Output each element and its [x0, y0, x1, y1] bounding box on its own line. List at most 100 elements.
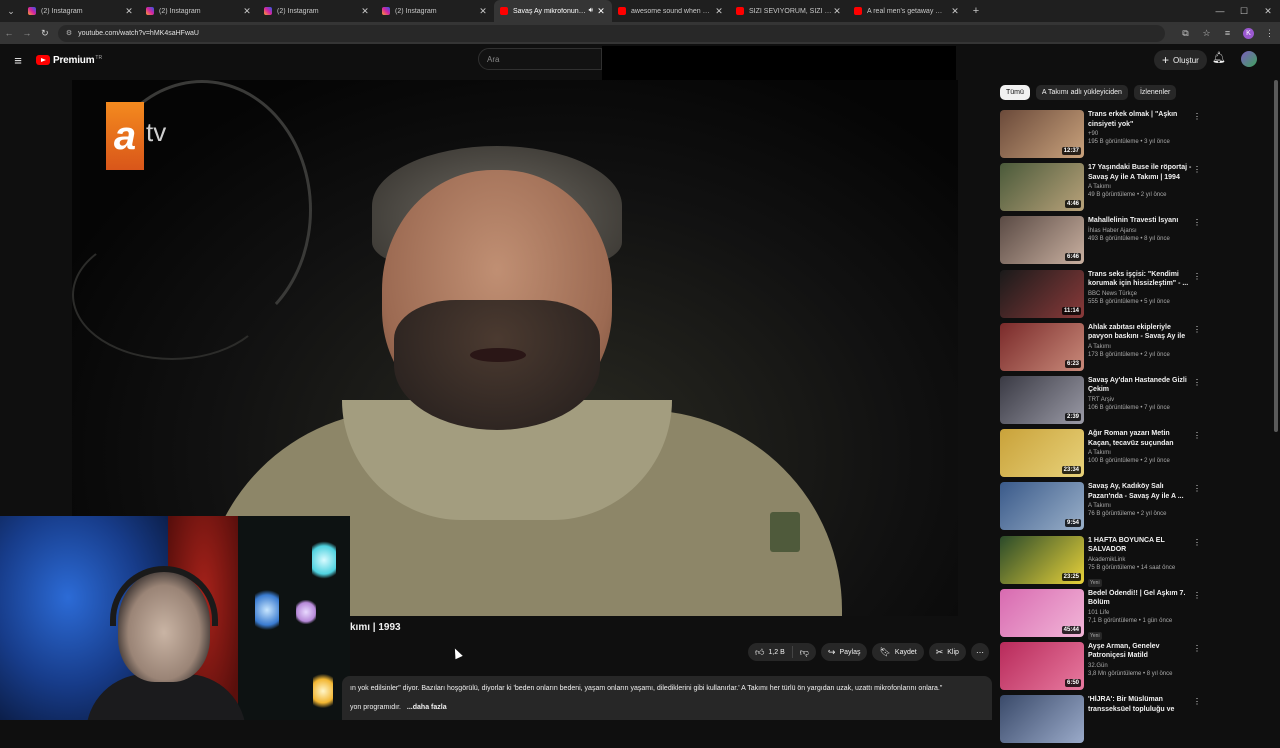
recommended-video-title[interactable]: Trans seks işçisi: "Kendimi korumak için…	[1088, 270, 1192, 289]
channel-name[interactable]: A Takımı	[1088, 344, 1192, 350]
video-options-icon[interactable]: ⋮	[1193, 697, 1201, 706]
video-thumbnail[interactable]: 45:44	[1000, 588, 1084, 637]
close-tab-icon[interactable]: ✕	[950, 6, 960, 17]
recommended-video-title[interactable]: Trans erkek olmak | "Aşkın cinsiyeti yok…	[1088, 110, 1192, 129]
more-actions-icon[interactable]: ⋯	[970, 643, 989, 661]
forward-icon[interactable]: →	[18, 28, 36, 38]
channel-name[interactable]: +90	[1088, 131, 1192, 137]
video-options-icon[interactable]: ⋮	[1193, 484, 1201, 493]
tab-audio-icon[interactable]: 🔊︎	[589, 7, 593, 15]
like-button[interactable]: 👍︎ 1,2 B	[748, 646, 793, 658]
reload-icon[interactable]: ↻	[36, 28, 54, 39]
recommended-video-title[interactable]: Ahlak zabıtası ekipleriyle pavyon baskın…	[1088, 323, 1192, 342]
recommended-video-title[interactable]: 'HİJRA': Bir Müslüman transseksüel toplu…	[1088, 695, 1192, 714]
browser-tab[interactable]: (2) Instagram ✕	[140, 0, 258, 22]
browser-tab[interactable]: SİZİ SEVİYORUM, SİZİ SEVİYORU✕	[730, 0, 848, 22]
video-options-icon[interactable]: ⋮	[1193, 591, 1201, 600]
video-options-icon[interactable]: ⋮	[1193, 538, 1201, 547]
video-thumbnail[interactable]: 12:37	[1000, 110, 1084, 158]
account-avatar[interactable]	[1241, 51, 1257, 67]
video-options-icon[interactable]: ⋮	[1193, 644, 1201, 653]
video-thumbnail[interactable]: 4:46	[1000, 163, 1084, 212]
create-button[interactable]: + Oluştur	[1154, 50, 1207, 70]
browser-menu-icon[interactable]: ⋮	[1259, 28, 1280, 39]
video-thumbnail[interactable]: 23:25	[1000, 535, 1084, 584]
video-options-icon[interactable]: ⋮	[1193, 431, 1201, 440]
channel-name[interactable]: A Takımı	[1088, 503, 1192, 509]
channel-name[interactable]: BBC News Türkçe	[1088, 291, 1192, 297]
recommended-video-title[interactable]: Ağır Roman yazarı Metin Kaçan, tecavüz s…	[1088, 429, 1192, 448]
hamburger-menu-icon[interactable]: ≡	[0, 53, 36, 68]
video-thumbnail[interactable]: 6:50	[1000, 641, 1084, 690]
recommended-video[interactable]: 4:46 17 Yaşındaki Buse ile röportaj - Sav…	[1000, 163, 1205, 216]
browser-tab[interactable]: (2) Instagram ✕	[22, 0, 140, 22]
recommended-video[interactable]: 6:23 Ahlak zabıtası ekipleriyle pavyon ba…	[1000, 322, 1205, 376]
recommended-video[interactable]: 23:34 Ağır Roman yazarı Metin Kaçan, teca…	[1000, 429, 1205, 482]
recommended-video[interactable]: 12:37 Trans erkek olmak | "Aşkın cinsiyet…	[1000, 110, 1205, 163]
recommended-video-title[interactable]: Savaş Ay, Kadıköy Salı Pazarı'nda - Sava…	[1088, 482, 1192, 501]
recommended-video-title[interactable]: 1 HAFTA BOYUNCA EL SALVADOR TELEVİZYONLA…	[1088, 536, 1192, 555]
recommended-video-title[interactable]: Savaş Ay'dan Hastanede Gizli Çekim	[1088, 376, 1192, 395]
channel-name[interactable]: 101 Life	[1088, 610, 1192, 616]
recommended-video-title[interactable]: Bedel Ödendi!! | Gel Aşkım 7. Bölüm	[1088, 589, 1192, 608]
channel-name[interactable]: İhlas Haber Ajansı	[1088, 228, 1192, 234]
filter-chip[interactable]: İzlenenler	[1133, 85, 1177, 100]
recommended-video-title[interactable]: Mahallelinin Travesti İsyanı	[1088, 216, 1192, 226]
close-tab-icon[interactable]: ✕	[832, 6, 842, 17]
recommended-video[interactable]: 2:39 Savaş Ay'dan Hastanede Gizli Çekim TR…	[1000, 375, 1205, 429]
notifications-bell-icon[interactable]: 🔔︎	[1212, 51, 1226, 64]
browser-tab[interactable]: A real men's getaway 😁 #food✕	[848, 0, 966, 22]
close-tab-icon[interactable]: ✕	[242, 6, 252, 17]
bookmark-star-icon[interactable]: ☆	[1196, 28, 1217, 39]
recommended-video-title[interactable]: 17 Yaşındaki Buse ile röportaj - Savaş A…	[1088, 163, 1192, 182]
channel-name[interactable]: 32.Gün	[1088, 663, 1192, 669]
recommended-video-title[interactable]: Ayşe Arman, Genelev Patroniçesi Matild M…	[1088, 642, 1192, 661]
recommended-video[interactable]: 23:25 1 HAFTA BOYUNCA EL SALVADOR TELEVİZ…	[1000, 535, 1205, 589]
video-options-icon[interactable]: ⋮	[1193, 378, 1201, 387]
recommended-video[interactable]: 45:44 Bedel Ödendi!! | Gel Aşkım 7. Bölüm…	[1000, 588, 1205, 642]
browser-tab[interactable]: awesome sound when marmalt✕	[612, 0, 730, 22]
video-options-icon[interactable]: ⋮	[1193, 272, 1201, 281]
recommended-video[interactable]: 6:50 Ayşe Arman, Genelev Patroniçesi Mati…	[1000, 641, 1205, 695]
back-icon[interactable]: ←	[0, 28, 18, 38]
channel-name[interactable]: TRT Arşiv	[1088, 397, 1192, 403]
close-tab-icon[interactable]: ✕	[360, 6, 370, 17]
tab-search-icon[interactable]: ⌄	[0, 0, 22, 22]
new-tab-icon[interactable]: +	[966, 5, 986, 17]
show-more-link[interactable]: ...daha fazla	[407, 704, 447, 711]
close-tab-icon[interactable]: ✕	[714, 6, 724, 17]
video-options-icon[interactable]: ⋮	[1193, 218, 1201, 227]
close-tab-icon[interactable]: ✕	[596, 6, 606, 17]
close-tab-icon[interactable]: ✕	[478, 6, 488, 17]
youtube-premium-logo[interactable]: Premium TR	[36, 55, 102, 66]
recommended-video[interactable]: 'HİJRA': Bir Müslüman transseksüel toplu…	[1000, 695, 1205, 748]
site-info-icon[interactable]: ⚙	[66, 29, 72, 37]
close-window-icon[interactable]: ✕	[1256, 6, 1280, 17]
clip-button[interactable]: ✂ Klip	[928, 643, 966, 661]
share-button[interactable]: ↪ Paylaş	[820, 643, 868, 661]
video-options-icon[interactable]: ⋮	[1193, 165, 1201, 174]
url-field[interactable]: ⚙ youtube.com/watch?v=hMK4saHFwaU	[57, 24, 1165, 42]
channel-name[interactable]: AkademikLink	[1088, 557, 1192, 563]
page-scrollbar[interactable]	[1274, 80, 1278, 432]
video-options-icon[interactable]: ⋮	[1193, 325, 1201, 334]
minimize-icon[interactable]: —	[1208, 6, 1232, 16]
filter-chip[interactable]: Tümü	[1000, 85, 1030, 100]
video-thumbnail[interactable]: 6:23	[1000, 322, 1084, 371]
save-button[interactable]: 🔖︎ Kaydet	[872, 643, 924, 661]
channel-name[interactable]: A Takımı	[1088, 450, 1192, 456]
browser-tab[interactable]: (2) Instagram ✕	[376, 0, 494, 22]
channel-name[interactable]: A Takımı	[1088, 184, 1192, 190]
recommended-video[interactable]: 6:46 Mahallelinin Travesti İsyanı İhlas Ha…	[1000, 216, 1205, 269]
browser-tab[interactable]: (2) Instagram ✕	[258, 0, 376, 22]
video-description[interactable]: ın yok edilsinler" diyor. Bazıları hoşgö…	[342, 676, 992, 720]
video-thumbnail[interactable]: 9:54	[1000, 482, 1084, 531]
recommended-video[interactable]: 9:54 Savaş Ay, Kadıköy Salı Pazarı'nda - …	[1000, 482, 1205, 535]
search-input[interactable]: Ara	[478, 48, 602, 70]
maximize-icon[interactable]: ☐	[1232, 6, 1256, 17]
video-thumbnail[interactable]: 23:34	[1000, 429, 1084, 478]
media-control-icon[interactable]: ≡	[1217, 28, 1238, 39]
cast-icon[interactable]: ⧉	[1175, 28, 1196, 39]
video-options-icon[interactable]: ⋮	[1193, 112, 1201, 121]
video-thumbnail[interactable]: 2:39	[1000, 375, 1084, 424]
